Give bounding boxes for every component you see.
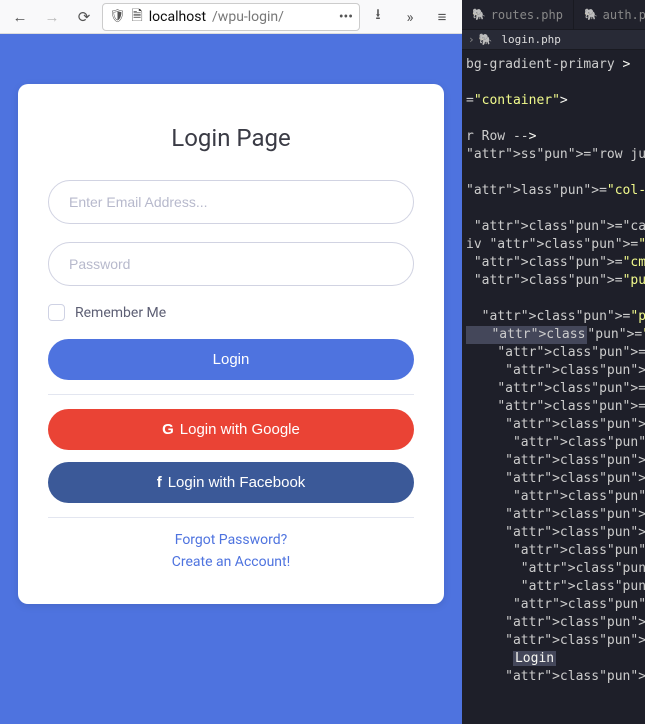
url-host: localhost	[149, 9, 206, 25]
browser-toolbar: ← → ⟳ 🛡 🗎 localhost/wpu-login/ ••• ⭳ » ≡	[0, 0, 462, 34]
code-area[interactable]: bg-gradient-primary > ="container"> r Ro…	[462, 50, 645, 692]
php-icon: 🐘	[479, 33, 493, 46]
breadcrumb-sep: ›	[468, 33, 475, 46]
url-more-icon[interactable]: •••	[339, 9, 353, 25]
menu-button[interactable]: ≡	[428, 3, 456, 31]
breadcrumb: › 🐘 login.php	[462, 30, 645, 50]
browser-viewport: Login Page Remember Me Login GLogin with…	[0, 34, 462, 724]
url-bar[interactable]: 🛡 🗎 localhost/wpu-login/ •••	[102, 3, 360, 31]
overflow-button[interactable]: »	[396, 3, 424, 31]
google-icon: G	[162, 421, 174, 438]
login-card: Login Page Remember Me Login GLogin with…	[18, 84, 444, 604]
email-field[interactable]	[48, 180, 414, 224]
google-login-button[interactable]: GLogin with Google	[48, 409, 414, 450]
browser-window: ← → ⟳ 🛡 🗎 localhost/wpu-login/ ••• ⭳ » ≡…	[0, 0, 462, 724]
remember-label: Remember Me	[75, 305, 166, 321]
url-path: /wpu-login/	[212, 9, 284, 25]
php-icon: 🐘	[584, 8, 598, 21]
divider	[48, 394, 414, 395]
page-title: Login Page	[48, 124, 414, 152]
login-button[interactable]: Login	[48, 339, 414, 380]
facebook-login-button[interactable]: fLogin with Facebook	[48, 462, 414, 503]
php-icon: 🐘	[472, 8, 486, 21]
editor-tabs: 🐘 routes.php 🐘 auth.php	[462, 0, 645, 30]
shield-icon: 🛡	[109, 9, 126, 24]
nav-reload-button[interactable]: ⟳	[70, 3, 98, 31]
facebook-icon: f	[157, 474, 162, 491]
password-field[interactable]	[48, 242, 414, 286]
downloads-button[interactable]: ⭳	[364, 3, 392, 31]
page-icon: 🗎	[132, 5, 143, 29]
divider	[48, 517, 414, 518]
editor-tab[interactable]: 🐘 routes.php	[462, 0, 574, 29]
nav-back-button[interactable]: ←	[6, 3, 34, 31]
create-account-link[interactable]: Create an Account!	[48, 554, 414, 570]
code-editor: 🐘 routes.php 🐘 auth.php › 🐘 login.php bg…	[462, 0, 645, 724]
remember-checkbox[interactable]	[48, 304, 65, 321]
nav-forward-button[interactable]: →	[38, 3, 66, 31]
forgot-password-link[interactable]: Forgot Password?	[48, 532, 414, 548]
editor-tab[interactable]: 🐘 auth.php	[574, 0, 645, 29]
breadcrumb-current: login.php	[501, 33, 561, 46]
